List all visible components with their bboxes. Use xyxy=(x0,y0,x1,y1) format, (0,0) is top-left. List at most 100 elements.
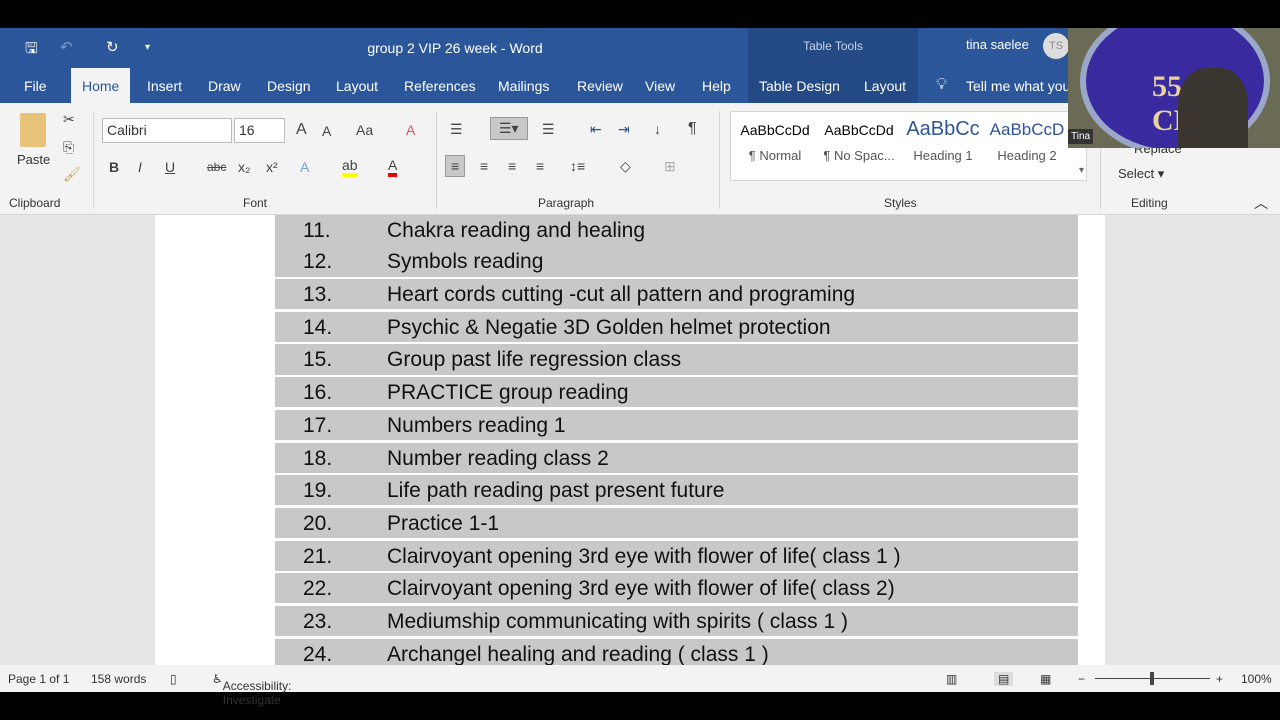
table-row[interactable]: 22. Clairvoyant opening 3rd eye with flow… xyxy=(275,573,1078,604)
list-item-text: Chakra reading and healing xyxy=(387,219,646,242)
highlight-icon[interactable]: ab xyxy=(342,157,358,177)
table-row[interactable]: 21. Clairvoyant opening 3rd eye with flow… xyxy=(275,540,1078,571)
list-item-text: Practice 1-1 xyxy=(387,511,500,535)
zoom-in-button[interactable]: + xyxy=(1216,672,1223,686)
shading-icon[interactable]: ◇ xyxy=(620,158,631,175)
table-row[interactable]: 23. Mediumship communicating with spirits… xyxy=(275,606,1078,637)
list-number: 14. xyxy=(303,315,333,339)
style-heading-1[interactable]: AaBbCc Heading 1 xyxy=(901,118,985,163)
show-formatting-icon[interactable]: ¶ xyxy=(688,120,697,138)
tell-me-search[interactable]: Tell me what you xyxy=(966,78,1070,94)
clear-formatting-icon[interactable]: A xyxy=(406,122,415,138)
list-number: 17. xyxy=(303,413,333,437)
tab-review[interactable]: Review xyxy=(577,78,623,94)
zoom-out-button[interactable]: − xyxy=(1078,672,1085,686)
text-effects-icon[interactable]: A xyxy=(300,159,309,175)
justify-icon[interactable]: ≡ xyxy=(536,158,544,174)
paste-icon[interactable] xyxy=(20,113,46,147)
style-no-spacing[interactable]: AaBbCcDd ¶ No Spac... xyxy=(817,122,901,163)
avatar[interactable]: TS xyxy=(1043,33,1069,59)
tab-view[interactable]: View xyxy=(645,78,675,94)
decrease-indent-icon[interactable]: ⇤ xyxy=(590,121,602,138)
list-item-text: Clairvoyant opening 3rd eye with flower … xyxy=(387,544,901,568)
align-right-icon[interactable]: ≡ xyxy=(508,158,516,174)
underline-icon[interactable]: U xyxy=(165,159,175,175)
font-name-input[interactable]: Calibri xyxy=(102,118,232,143)
proofing-icon[interactable]: ▯ xyxy=(170,672,177,686)
styles-gallery: AaBbCcDd ¶ Normal AaBbCcDd ¶ No Spac... Aa… xyxy=(730,111,1087,181)
web-layout-icon[interactable]: ▦ xyxy=(1040,672,1051,686)
participant-figure xyxy=(1178,68,1248,148)
styles-more-icon[interactable]: ▾ xyxy=(1079,165,1084,176)
table-row[interactable]: 24. Archangel healing and reading ( class… xyxy=(275,638,1078,665)
borders-icon[interactable]: ⊞ xyxy=(664,158,676,175)
tab-insert[interactable]: Insert xyxy=(147,78,182,94)
align-left-icon[interactable]: ≡ xyxy=(445,155,466,177)
list-item-text: PRACTICE group reading xyxy=(387,381,629,405)
style-heading-2[interactable]: AaBbCcD Heading 2 xyxy=(985,120,1069,163)
list-number: 15. xyxy=(303,348,333,372)
grow-font-icon[interactable]: A xyxy=(296,121,307,139)
shrink-font-icon[interactable]: A xyxy=(322,123,331,139)
document-area: 11. Chakra reading and healing 12. Symbols … xyxy=(0,215,1280,665)
align-center-icon[interactable]: ≡ xyxy=(480,158,488,174)
table-row[interactable]: 11. Chakra reading and healing 12. Symbols … xyxy=(275,215,1078,277)
accessibility-status[interactable]: ♿︎ Accessibility: Investigate xyxy=(212,672,291,707)
tab-home[interactable]: Home xyxy=(71,68,131,103)
tab-references[interactable]: References xyxy=(404,78,476,94)
font-size-input[interactable]: 16 xyxy=(234,118,285,143)
document-page[interactable]: 11. Chakra reading and healing 12. Symbols … xyxy=(155,215,1105,665)
font-group-label: Font xyxy=(243,196,268,210)
collapse-ribbon-icon[interactable]: ︿ xyxy=(1254,193,1268,213)
superscript-icon[interactable]: x² xyxy=(266,159,278,175)
multilevel-list-icon[interactable]: ☰ xyxy=(542,121,555,138)
zoom-level[interactable]: 100% xyxy=(1241,672,1272,686)
sort-icon[interactable]: ↓ xyxy=(654,121,661,137)
table-row[interactable]: 20. Practice 1-1 xyxy=(275,507,1078,539)
bullets-icon[interactable]: ☰ xyxy=(450,121,463,138)
tab-file[interactable]: File xyxy=(24,78,47,94)
font-color-icon[interactable]: A xyxy=(388,157,398,177)
line-spacing-icon[interactable]: ↕≡ xyxy=(570,158,585,174)
tab-mailings[interactable]: Mailings xyxy=(498,78,549,94)
tab-layout[interactable]: Layout xyxy=(336,78,378,94)
select-button[interactable]: Select ▾ xyxy=(1118,166,1164,182)
tab-table-layout[interactable]: Layout xyxy=(864,78,906,94)
table-row[interactable]: 16. PRACTICE group reading xyxy=(275,377,1078,408)
video-overlay: 55 CM Tina xyxy=(1068,28,1280,148)
paste-button[interactable]: Paste xyxy=(17,152,50,167)
strikethrough-icon[interactable]: abc xyxy=(207,160,226,174)
word-count[interactable]: 158 words xyxy=(91,672,146,686)
list-number: 21. xyxy=(303,544,333,568)
italic-icon[interactable]: I xyxy=(138,159,142,175)
read-mode-icon[interactable]: ▥ xyxy=(946,672,957,686)
tab-help[interactable]: Help xyxy=(702,78,731,94)
list-item-text: Number reading class 2 xyxy=(387,446,609,470)
list-number: 24. xyxy=(303,642,333,665)
tab-design[interactable]: Design xyxy=(267,78,311,94)
format-painter-icon[interactable]: 🖌︎ xyxy=(63,166,81,183)
table-row[interactable]: 19. Life path reading past present future xyxy=(275,475,1078,506)
style-normal[interactable]: AaBbCcDd ¶ Normal xyxy=(733,122,817,163)
bold-icon[interactable]: B xyxy=(109,159,119,175)
subscript-icon[interactable]: x₂ xyxy=(238,159,250,175)
increase-indent-icon[interactable]: ⇥ xyxy=(618,121,630,138)
list-number: 23. xyxy=(303,610,333,633)
table-row[interactable]: 15. Group past life regression class xyxy=(275,344,1078,375)
tab-table-design[interactable]: Table Design xyxy=(759,78,840,94)
table-row[interactable]: 13. Heart cords cutting -cut all pattern … xyxy=(275,279,1078,310)
cut-icon[interactable]: ✂ xyxy=(63,111,75,128)
list-item-text: Psychic & Negatie 3D Golden helmet prote… xyxy=(387,315,831,339)
numbering-icon[interactable]: ☰▾ xyxy=(490,117,528,140)
table-row[interactable]: 14. Psychic & Negatie 3D Golden helmet pr… xyxy=(275,311,1078,342)
change-case-button[interactable]: Aa xyxy=(356,122,373,138)
copy-icon[interactable]: ⎘ xyxy=(63,139,74,156)
table-row[interactable]: 17. Numbers reading 1 xyxy=(275,409,1078,440)
page-count[interactable]: Page 1 of 1 xyxy=(8,672,69,686)
tab-draw[interactable]: Draw xyxy=(208,78,241,94)
user-name[interactable]: tina saelee xyxy=(966,37,1029,52)
print-layout-icon[interactable]: ▤ xyxy=(994,672,1014,686)
zoom-slider-thumb[interactable] xyxy=(1150,672,1154,685)
table-row[interactable]: 18. Number reading class 2 xyxy=(275,442,1078,473)
list-item-text: Life path reading past present future xyxy=(387,479,725,503)
